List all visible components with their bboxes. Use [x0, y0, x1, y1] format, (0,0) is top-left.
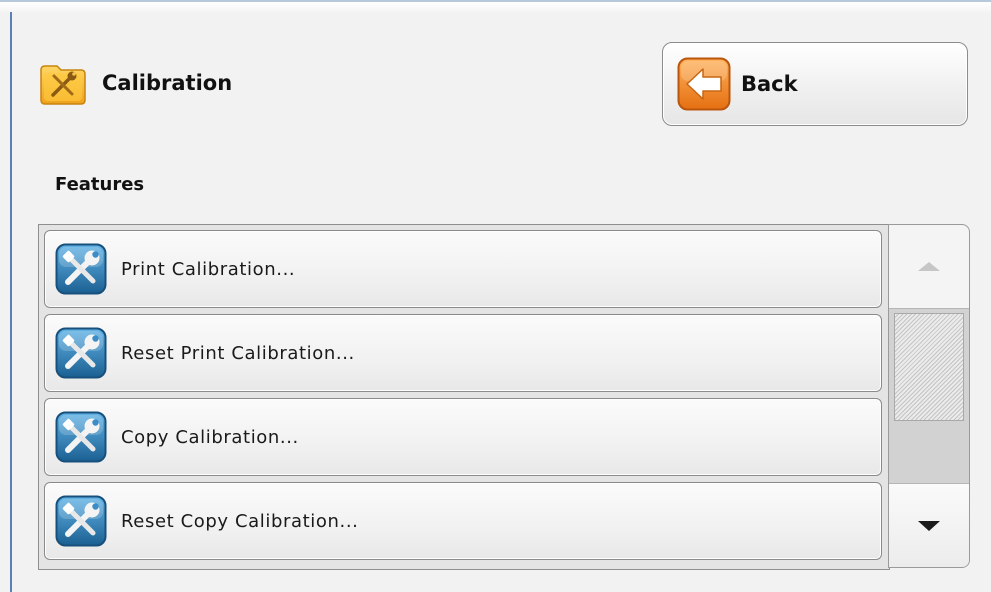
scroll-down-button[interactable] [889, 483, 969, 567]
arrow-left-icon [677, 57, 731, 111]
tools-icon [55, 243, 107, 295]
page-title: Calibration [102, 71, 233, 95]
scroll-track[interactable] [889, 309, 969, 483]
scroll-thumb[interactable] [894, 313, 964, 421]
back-button[interactable]: Back [662, 42, 968, 126]
chevron-down-icon [918, 520, 940, 531]
scroll-up-button[interactable] [889, 225, 969, 309]
tools-icon [55, 411, 107, 463]
list-item-reset-copy-calibration[interactable]: Reset Copy Calibration... [44, 482, 882, 560]
back-button-label: Back [741, 72, 798, 96]
list-item-label: Reset Copy Calibration... [121, 510, 359, 532]
list-scrollbar[interactable] [888, 224, 970, 568]
tools-icon [55, 495, 107, 547]
window-left-edge [10, 12, 12, 592]
window-top-edge [0, 0, 991, 14]
list-item-reset-print-calibration[interactable]: Reset Print Calibration... [44, 314, 882, 392]
folder-tools-icon [40, 65, 86, 105]
list-item-label: Reset Print Calibration... [121, 342, 355, 364]
tools-icon [55, 327, 107, 379]
chevron-up-icon [918, 262, 940, 271]
list-item-print-calibration[interactable]: Print Calibration... [44, 230, 882, 308]
page-header: Calibration [38, 54, 232, 112]
list-item-label: Copy Calibration... [121, 426, 299, 448]
section-heading: Features [55, 174, 145, 195]
list-item-label: Print Calibration... [121, 258, 296, 280]
list-item-copy-calibration[interactable]: Copy Calibration... [44, 398, 882, 476]
features-list: Print Calibration... Reset Print Calibra… [38, 224, 890, 570]
